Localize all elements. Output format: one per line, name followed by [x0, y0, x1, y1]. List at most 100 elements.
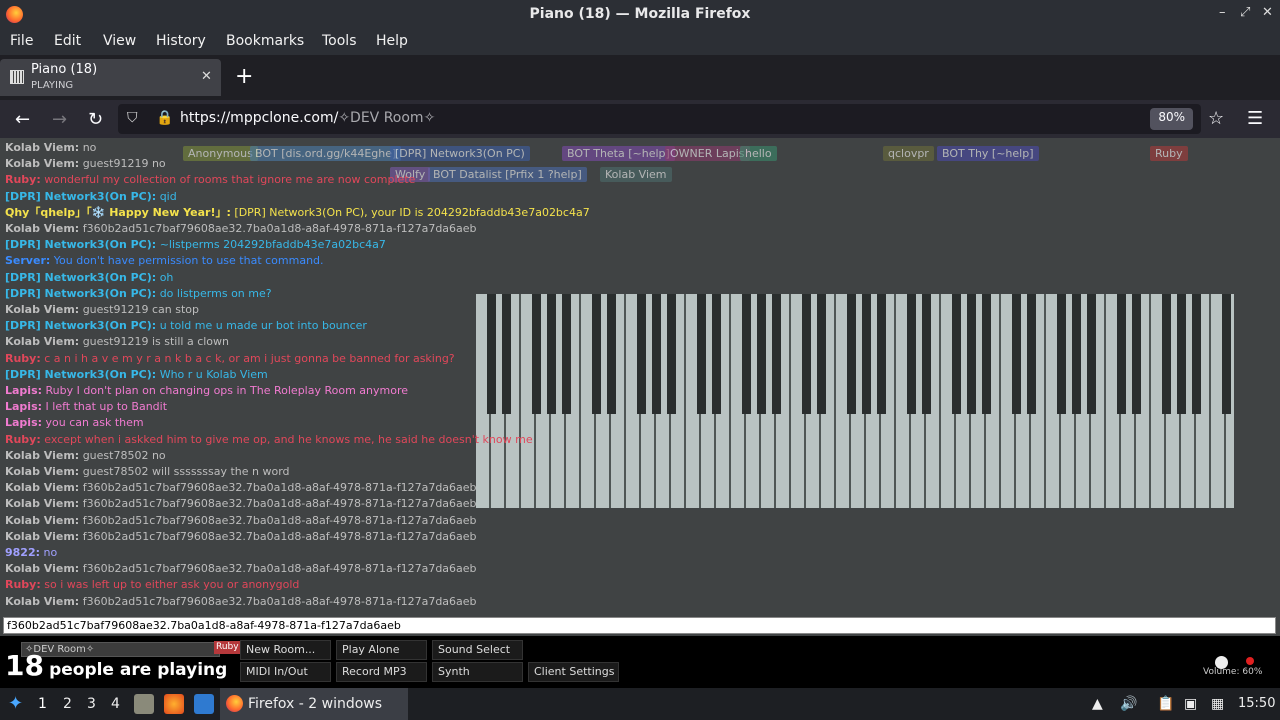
black-key[interactable] — [1132, 294, 1141, 414]
new-tab-button[interactable]: + — [235, 64, 253, 89]
menu-help[interactable]: Help — [376, 33, 408, 49]
back-arrow-icon[interactable]: ← — [15, 109, 30, 130]
black-key[interactable] — [547, 294, 556, 414]
black-key[interactable] — [1192, 294, 1201, 414]
player-count-number: 18 — [5, 649, 44, 682]
black-key[interactable] — [1087, 294, 1096, 414]
user-tag[interactable]: BOT [dis.ord.gg/k44Eghe] — [250, 146, 402, 161]
user-tag[interactable]: Ruby — [1150, 146, 1188, 161]
url-path: ✧DEV Room✧ — [338, 110, 436, 126]
user-tag[interactable]: Kolab Viem — [600, 167, 672, 182]
black-key[interactable] — [532, 294, 541, 414]
start-menu-icon[interactable]: ✦ — [8, 693, 23, 714]
midi-in-out-button[interactable]: MIDI In/Out — [240, 662, 331, 682]
black-key[interactable] — [877, 294, 886, 414]
tab-piano[interactable]: Piano (18) PLAYING ✕ — [0, 59, 221, 96]
menu-bookmarks[interactable]: Bookmarks — [226, 33, 304, 49]
black-key[interactable] — [922, 294, 931, 414]
url-text[interactable]: https://mppclone.com/✧DEV Room✧ — [180, 110, 435, 126]
close-icon[interactable]: ✕ — [1262, 5, 1273, 20]
bookmark-star-icon[interactable]: ☆ — [1208, 108, 1224, 129]
black-key[interactable] — [607, 294, 616, 414]
display-icon[interactable]: ▣ — [1184, 696, 1197, 712]
black-key[interactable] — [982, 294, 991, 414]
terminal-icon[interactable] — [194, 694, 214, 714]
chat-input[interactable]: f360b2ad51c7baf79608ae32.7ba0a1d8-a8af-4… — [3, 617, 1276, 634]
menu-file[interactable]: File — [10, 33, 33, 49]
zoom-level[interactable]: 80% — [1150, 108, 1193, 130]
sound-select-button[interactable]: Sound Select — [432, 640, 523, 660]
client-settings-button[interactable]: Client Settings — [528, 662, 619, 682]
chat-text: I left that up to Bandit — [45, 400, 168, 414]
black-key[interactable] — [742, 294, 751, 414]
tray-arrow-icon[interactable]: ▲ — [1092, 696, 1103, 712]
black-key[interactable] — [1222, 294, 1231, 414]
menu-edit[interactable]: Edit — [54, 33, 81, 49]
black-key[interactable] — [1177, 294, 1186, 414]
black-key[interactable] — [772, 294, 781, 414]
chat-author: [DPR] Network3(On PC): — [5, 238, 157, 252]
black-key[interactable] — [907, 294, 916, 414]
user-tag[interactable]: qclovpr — [883, 146, 934, 161]
black-key[interactable] — [1057, 294, 1066, 414]
hamburger-menu-icon[interactable]: ☰ — [1247, 108, 1263, 129]
black-key[interactable] — [847, 294, 856, 414]
black-key[interactable] — [817, 294, 826, 414]
black-key[interactable] — [802, 294, 811, 414]
black-key[interactable] — [952, 294, 961, 414]
menu-history[interactable]: History — [156, 33, 206, 49]
workspace-2[interactable]: 2 — [63, 696, 72, 712]
firefox-launcher-icon[interactable] — [164, 694, 184, 714]
chat-message: Kolab Viem: f360b2ad51c7baf79608ae32.7ba… — [5, 561, 477, 577]
black-key[interactable] — [1012, 294, 1021, 414]
black-key[interactable] — [502, 294, 511, 414]
black-key[interactable] — [562, 294, 571, 414]
black-key[interactable] — [592, 294, 601, 414]
user-tag[interactable]: BOT Datalist [Prfix 1 ?help] — [428, 167, 587, 182]
black-key[interactable] — [862, 294, 871, 414]
menu-tools[interactable]: Tools — [322, 33, 357, 49]
forward-arrow-icon[interactable]: → — [52, 109, 67, 130]
black-key[interactable] — [652, 294, 661, 414]
black-key[interactable] — [712, 294, 721, 414]
network-icon[interactable]: ▦ — [1211, 696, 1224, 712]
record-mp3-button[interactable]: Record MP3 — [336, 662, 427, 682]
chat-author: Qhy「qhelp」「❄️ Happy New Year!」: — [5, 205, 231, 219]
synth-button[interactable]: Synth — [432, 662, 523, 682]
user-tag[interactable]: Anonymous — [183, 146, 258, 161]
url-bar[interactable]: ⛉ 🔒 https://mppclone.com/✧DEV Room✧ 80% — [118, 104, 1201, 134]
black-key[interactable] — [667, 294, 676, 414]
clipboard-icon[interactable]: 📋 — [1157, 696, 1174, 712]
workspace-1[interactable]: 1 — [38, 696, 47, 712]
shield-icon[interactable]: ⛉ — [127, 110, 138, 126]
black-key[interactable] — [487, 294, 496, 414]
reload-icon[interactable]: ↻ — [88, 109, 103, 130]
menu-view[interactable]: View — [103, 33, 136, 49]
file-manager-icon[interactable] — [134, 694, 154, 714]
lock-icon[interactable]: 🔒 — [156, 110, 173, 126]
firefox-window-button[interactable]: Firefox - 2 windows — [220, 688, 408, 720]
user-tag[interactable]: [DPR] Network3(On PC) — [390, 146, 530, 161]
black-key[interactable] — [1072, 294, 1081, 414]
user-tag[interactable]: BOT Theta [~help] — [562, 146, 675, 161]
black-key[interactable] — [757, 294, 766, 414]
user-tag[interactable]: OWNER Lapis — [665, 146, 750, 161]
black-key[interactable] — [697, 294, 706, 414]
user-tag[interactable]: BOT Thy [~help] — [937, 146, 1039, 161]
chat-author: [DPR] Network3(On PC): — [5, 270, 157, 284]
black-key[interactable] — [637, 294, 646, 414]
piano-black-keys[interactable] — [476, 294, 1234, 414]
new-room-button[interactable]: New Room... — [240, 640, 331, 660]
black-key[interactable] — [1117, 294, 1126, 414]
workspace-4[interactable]: 4 — [111, 696, 120, 712]
maximize-icon[interactable]: ⤢ — [1240, 5, 1250, 20]
minimize-icon[interactable]: – — [1219, 5, 1226, 20]
black-key[interactable] — [967, 294, 976, 414]
user-tag[interactable]: hello — [740, 146, 777, 161]
black-key[interactable] — [1162, 294, 1171, 414]
black-key[interactable] — [1027, 294, 1036, 414]
workspace-3[interactable]: 3 — [87, 696, 96, 712]
tab-close-icon[interactable]: ✕ — [201, 69, 212, 84]
play-alone-button[interactable]: Play Alone — [336, 640, 427, 660]
speaker-icon[interactable]: 🔊 — [1120, 696, 1137, 712]
